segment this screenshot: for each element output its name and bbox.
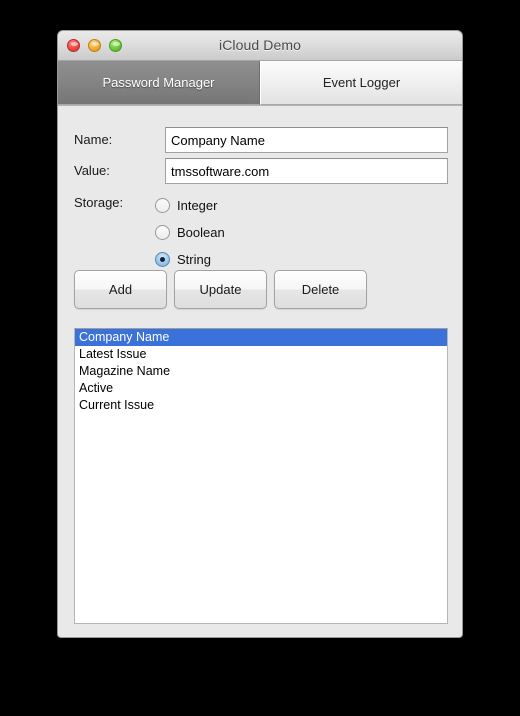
radio-integer-label: Integer — [177, 198, 218, 213]
window-title: iCloud Demo — [218, 37, 302, 53]
radio-string-icon[interactable] — [155, 252, 170, 267]
radio-integer-icon[interactable] — [155, 198, 170, 213]
value-input[interactable] — [165, 158, 448, 184]
radio-boolean-icon[interactable] — [155, 225, 170, 240]
tab-password-manager-label: Password Manager — [102, 75, 215, 90]
list-item[interactable]: Active — [75, 380, 447, 397]
name-label: Name: — [74, 132, 113, 147]
value-field-row: Value: — [74, 158, 448, 184]
tab-event-logger-label: Event Logger — [322, 75, 401, 90]
list-item[interactable]: Current Issue — [75, 397, 447, 414]
tab-password-manager[interactable]: Password Manager — [58, 61, 260, 105]
storage-label: Storage: — [74, 195, 124, 210]
radio-boolean-label: Boolean — [177, 225, 225, 240]
title-bar[interactable]: iCloud Demo — [58, 31, 462, 61]
radio-string-label: String — [177, 252, 211, 267]
application-window: iCloud Demo Password Manager Event Logge… — [57, 30, 463, 638]
radio-option-integer[interactable]: Integer — [155, 192, 225, 219]
update-button[interactable]: Update — [174, 270, 267, 309]
list-item[interactable]: Company Name — [75, 329, 447, 346]
value-label: Value: — [74, 163, 110, 178]
add-button[interactable]: Add — [74, 270, 167, 309]
password-manager-panel: Name: Value: Storage: Integer Boolean St… — [58, 106, 462, 637]
action-button-row: Add Update Delete — [74, 270, 367, 309]
entries-listbox[interactable]: Company Name Latest Issue Magazine Name … — [74, 328, 448, 624]
delete-button[interactable]: Delete — [274, 270, 367, 309]
name-input[interactable] — [165, 127, 448, 153]
name-field-row: Name: — [74, 127, 448, 153]
radio-option-string[interactable]: String — [155, 246, 225, 273]
list-item[interactable]: Latest Issue — [75, 346, 447, 363]
tab-event-logger[interactable]: Event Logger — [260, 61, 462, 105]
tab-bar: Password Manager Event Logger — [58, 61, 462, 106]
list-item[interactable]: Magazine Name — [75, 363, 447, 380]
radio-option-boolean[interactable]: Boolean — [155, 219, 225, 246]
storage-radio-group: Integer Boolean String — [155, 192, 225, 273]
